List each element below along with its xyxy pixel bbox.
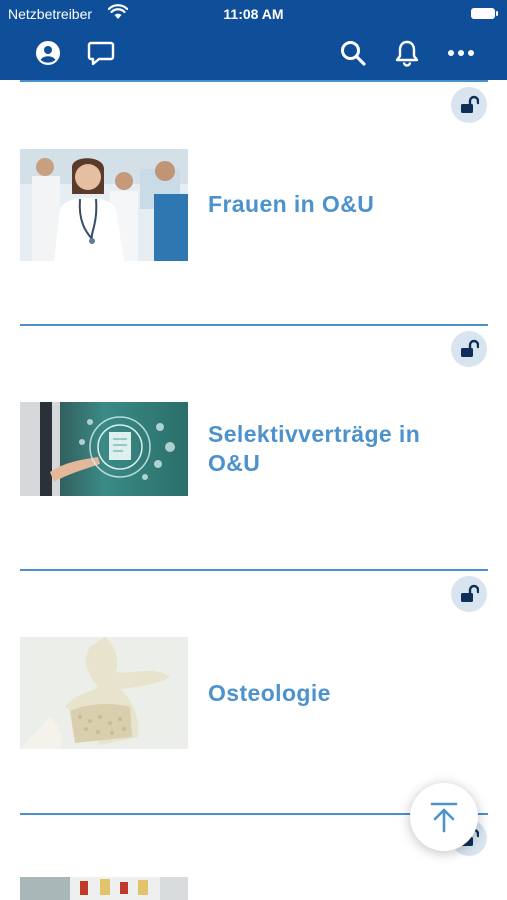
thumbnail-selektivvertraege[interactable] [20, 402, 188, 496]
scroll-to-top-button[interactable] [410, 783, 478, 851]
unlock-icon [451, 331, 487, 367]
thumbnail-osteologie[interactable] [20, 637, 188, 749]
more-icon[interactable] [446, 38, 476, 68]
divider [20, 569, 488, 571]
app-header: Netzbetreiber 11:08 AM [0, 0, 507, 80]
item-title-frauen[interactable]: Frauen in O&U [208, 190, 468, 219]
scroll-to-top-icon [430, 802, 458, 833]
battery-icon [471, 8, 498, 19]
item-title-osteologie[interactable]: Osteologie [208, 679, 468, 708]
divider [20, 80, 488, 82]
profile-icon[interactable] [33, 38, 63, 68]
status-time: 11:08 AM [223, 6, 284, 22]
unlock-icon [451, 87, 487, 123]
unlock-icon [451, 576, 487, 612]
item-title-selektivvertraege[interactable]: Selektivverträge in O&U [208, 420, 468, 478]
divider [20, 324, 488, 326]
search-icon[interactable] [338, 38, 368, 68]
thumbnail-frauen[interactable] [20, 149, 188, 261]
status-bar: Netzbetreiber 11:08 AM [0, 0, 507, 28]
chat-icon[interactable] [86, 38, 116, 68]
thumbnail-item-4[interactable] [20, 877, 188, 900]
bell-icon[interactable] [392, 38, 422, 68]
